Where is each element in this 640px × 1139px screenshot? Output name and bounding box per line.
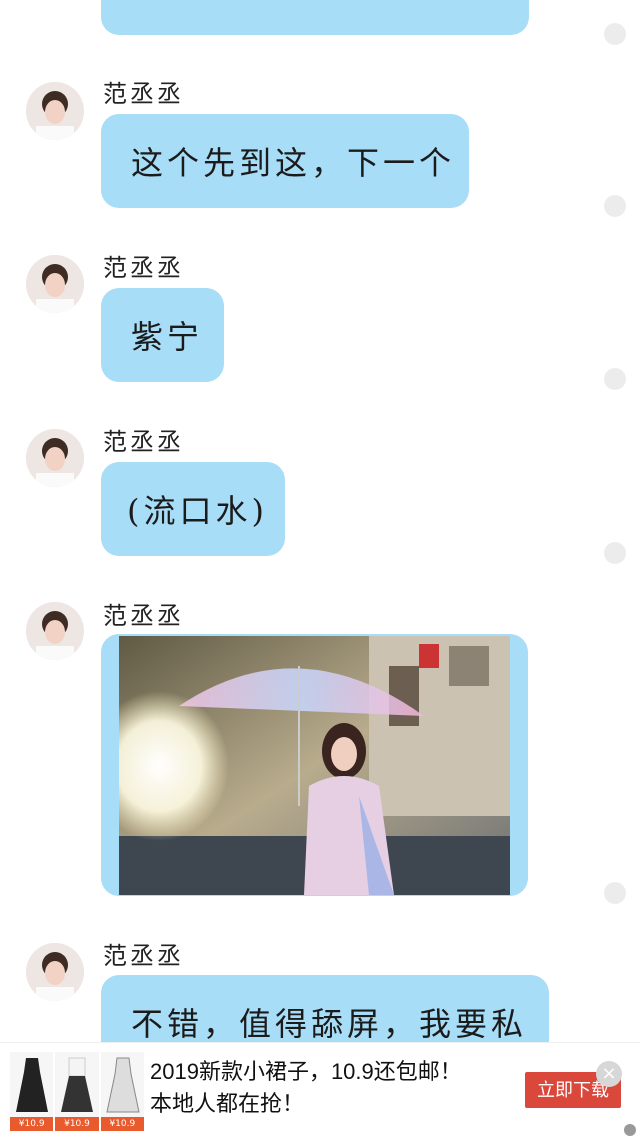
dress-thumbnail: ¥10.9: [100, 1052, 144, 1131]
message-bubble-partial[interactable]: [101, 0, 529, 35]
avatar[interactable]: [26, 82, 84, 140]
ad-product-thumbnails[interactable]: ¥10.9 ¥10.9 ¥10.9: [10, 1052, 144, 1131]
sender-name: 范丞丞: [103, 428, 184, 456]
avatar[interactable]: [26, 429, 84, 487]
sender-name: 范丞丞: [103, 942, 184, 970]
avatar[interactable]: [26, 602, 84, 660]
ad-info-icon[interactable]: [624, 1124, 636, 1136]
ad-headline: 2019新款小裙子，10.9还包邮！: [150, 1059, 462, 1084]
woman-with-umbrella-photo[interactable]: [119, 636, 510, 895]
status-dot: [604, 368, 626, 390]
message-text: 不错，值得舔屏，我要私: [131, 1005, 528, 1043]
message-text: (流口水): [127, 492, 268, 530]
ad-subline: 本地人都在抢！: [150, 1091, 305, 1116]
thumb-price: ¥10.9: [55, 1117, 99, 1131]
message-bubble[interactable]: 这个先到这，下一个: [101, 114, 469, 208]
message-text: 这个先到这，下一个: [131, 144, 456, 182]
status-dot: [604, 882, 626, 904]
status-dot: [604, 195, 626, 217]
close-icon[interactable]: ×: [596, 1061, 622, 1087]
message-bubble[interactable]: (流口水): [101, 462, 285, 556]
status-dot: [604, 23, 626, 45]
message-bubble[interactable]: 紫宁: [101, 288, 224, 382]
sender-name: 范丞丞: [103, 602, 184, 630]
dress-thumbnail: ¥10.9: [55, 1052, 99, 1131]
avatar[interactable]: [26, 255, 84, 313]
message-text: 紫宁: [131, 318, 204, 356]
thumb-price: ¥10.9: [10, 1117, 54, 1131]
ad-text[interactable]: 2019新款小裙子，10.9还包邮！ 本地人都在抢！: [150, 1056, 510, 1120]
dress-thumbnail: ¥10.9: [10, 1052, 54, 1131]
sender-name: 范丞丞: [103, 80, 184, 108]
sender-name: 范丞丞: [103, 254, 184, 282]
status-dot: [604, 542, 626, 564]
thumb-price: ¥10.9: [100, 1117, 144, 1131]
avatar[interactable]: [26, 943, 84, 1001]
